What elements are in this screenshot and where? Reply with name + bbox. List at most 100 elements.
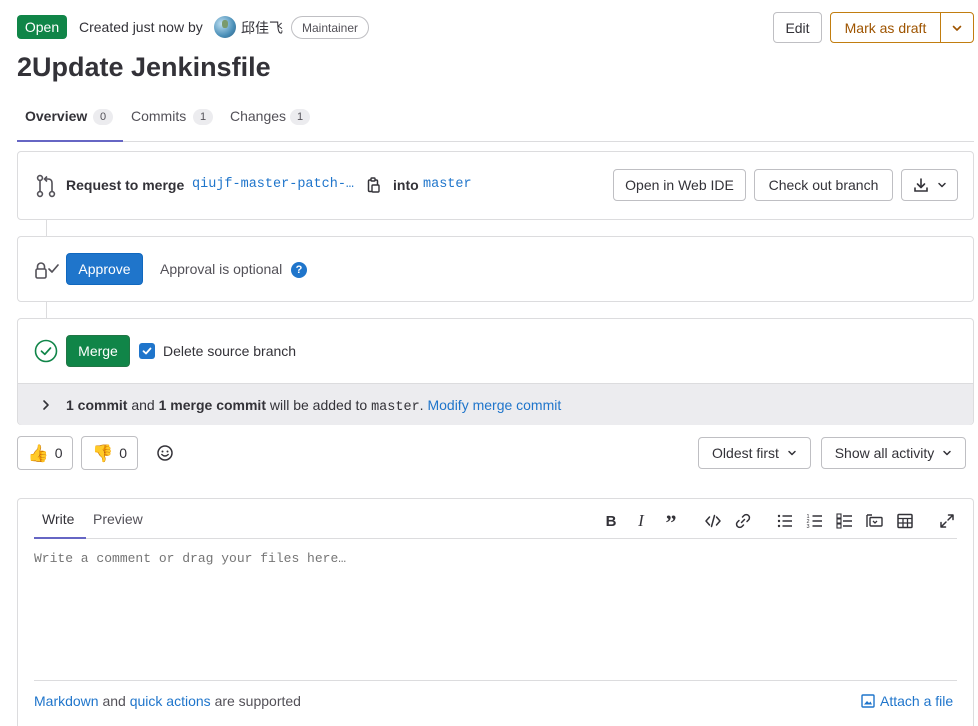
tab-changes[interactable]: Changes 1 <box>222 100 322 142</box>
editor-toolbar-divider <box>86 538 957 539</box>
commit-info-branch: master <box>371 400 420 415</box>
merge-request-widget: Request to merge qiujf-master-patch-… in… <box>17 151 974 220</box>
check-out-branch-label: Check out branch <box>768 177 879 193</box>
merge-button[interactable]: Merge <box>66 335 130 367</box>
editor-footer-text: Markdown and quick actions are supported <box>34 693 301 709</box>
open-web-ide-button[interactable]: Open in Web IDE <box>613 169 746 201</box>
author-role-badge: Maintainer <box>291 16 369 39</box>
thumbs-up-button[interactable]: 👍 0 <box>17 436 73 470</box>
sort-order-dropdown[interactable]: Oldest first <box>698 437 811 469</box>
activity-filter-label: Show all activity <box>834 445 935 461</box>
approve-button[interactable]: Approve <box>66 253 143 285</box>
svg-text:3: 3 <box>807 524 810 530</box>
attach-file-button[interactable]: Attach a file <box>861 693 953 709</box>
commit-count: 1 commit <box>66 397 128 413</box>
bulleted-list-icon[interactable] <box>776 512 794 530</box>
table-icon[interactable] <box>896 512 914 530</box>
commit-info-added-to: will be added to <box>269 397 368 413</box>
chevron-right-icon[interactable] <box>41 399 51 411</box>
target-branch-link[interactable]: master <box>423 177 472 192</box>
tab-commits-count: 1 <box>193 109 213 125</box>
check-out-branch-button[interactable]: Check out branch <box>754 169 893 201</box>
help-icon[interactable]: ? <box>291 262 307 278</box>
attach-file-label: Attach a file <box>880 693 954 709</box>
open-web-ide-label: Open in Web IDE <box>625 177 734 193</box>
checkmark-icon <box>142 347 152 355</box>
merge-button-label: Merge <box>78 343 118 359</box>
commit-info-text: 1 commit and 1 merge commit will be adde… <box>66 397 561 415</box>
task-list-icon[interactable] <box>836 512 854 530</box>
widget-connector <box>46 219 47 237</box>
approval-widget: Approve Approval is optional ? <box>17 236 974 302</box>
tab-active-indicator <box>17 140 123 142</box>
thumbs-down-icon: 👎 <box>92 443 114 463</box>
quote-icon[interactable]: ” <box>662 510 680 535</box>
modify-merge-commit-link[interactable]: Modify merge commit <box>427 397 561 413</box>
tab-overview[interactable]: Overview 0 <box>17 100 123 142</box>
approval-lock-icon <box>35 262 59 279</box>
tab-overview-label: Overview <box>25 108 88 124</box>
approval-optional-text: Approval is optional <box>160 261 283 277</box>
merge-commit-count: 1 merge commit <box>158 397 266 413</box>
status-success-icon <box>34 339 58 363</box>
activity-filter-dropdown[interactable]: Show all activity <box>821 437 966 469</box>
italic-icon[interactable]: I <box>632 511 650 530</box>
request-to-merge-label: Request to merge <box>66 177 185 193</box>
source-branch-link[interactable]: qiujf-master-patch-… <box>192 177 354 192</box>
download-icon <box>913 178 928 192</box>
link-icon[interactable] <box>734 512 752 530</box>
tab-commits-label: Commits <box>131 108 187 124</box>
chevron-down-icon <box>952 25 962 31</box>
avatar[interactable] <box>214 16 236 38</box>
created-text: Created just now by <box>79 19 203 35</box>
quick-actions-link[interactable]: quick actions <box>130 693 211 709</box>
download-dropdown[interactable] <box>901 169 958 201</box>
tab-overview-count: 0 <box>93 109 113 125</box>
more-actions-dropdown[interactable] <box>940 12 974 43</box>
copy-branch-icon[interactable] <box>367 177 381 193</box>
commit-info-and: and <box>131 397 155 413</box>
thumbs-up-count: 0 <box>54 445 63 461</box>
tab-preview[interactable]: Preview <box>93 511 143 527</box>
comment-textarea[interactable] <box>30 547 960 672</box>
into-label: into <box>393 177 419 193</box>
chevron-down-icon <box>937 182 946 188</box>
thumbs-up-icon: 👍 <box>27 443 49 463</box>
mark-as-draft-label: Mark as draft <box>844 19 927 36</box>
markdown-link[interactable]: Markdown <box>34 693 99 709</box>
chevron-down-icon <box>788 450 796 456</box>
widget-connector <box>46 301 47 319</box>
numbered-list-icon[interactable]: 1 2 3 <box>806 512 824 530</box>
write-tab-indicator <box>34 537 86 539</box>
merge-widget: Merge Delete source branch 1 commit and … <box>17 318 974 425</box>
delete-source-branch-checkbox[interactable] <box>139 343 155 359</box>
code-icon[interactable] <box>704 512 722 530</box>
footer-and: and <box>102 693 126 709</box>
edit-button[interactable]: Edit <box>773 12 822 43</box>
approve-button-label: Approve <box>78 261 131 277</box>
fullscreen-icon[interactable] <box>938 512 956 530</box>
author-role-label: Maintainer <box>301 20 359 35</box>
delete-source-branch-label[interactable]: Delete source branch <box>163 343 296 359</box>
author-name[interactable]: 邱佳飞 <box>241 18 283 38</box>
commit-info-row: 1 commit and 1 merge commit will be adde… <box>18 383 973 425</box>
tab-commits[interactable]: Commits 1 <box>123 100 223 142</box>
tab-changes-count: 1 <box>290 109 310 125</box>
edit-button-label: Edit <box>785 19 810 36</box>
commit-info-period: . <box>419 397 424 413</box>
image-icon <box>861 694 875 708</box>
tab-write[interactable]: Write <box>42 511 74 527</box>
thumbs-down-button[interactable]: 👎 0 <box>81 436 138 470</box>
thumbs-down-count: 0 <box>119 445 127 461</box>
chevron-down-icon <box>943 450 952 456</box>
sort-order-label: Oldest first <box>712 445 779 461</box>
page-title: 2Update Jenkinsfile <box>17 52 271 82</box>
add-reaction-icon[interactable] <box>156 444 174 462</box>
status-badge: Open <box>17 15 67 39</box>
editor-footer-divider <box>34 680 957 681</box>
bold-icon[interactable]: B <box>602 512 620 530</box>
status-badge-label: Open <box>24 19 60 35</box>
footer-supported: are supported <box>214 693 301 709</box>
mark-as-draft-button[interactable]: Mark as draft <box>830 12 941 43</box>
collapsible-section-icon[interactable] <box>866 512 884 530</box>
